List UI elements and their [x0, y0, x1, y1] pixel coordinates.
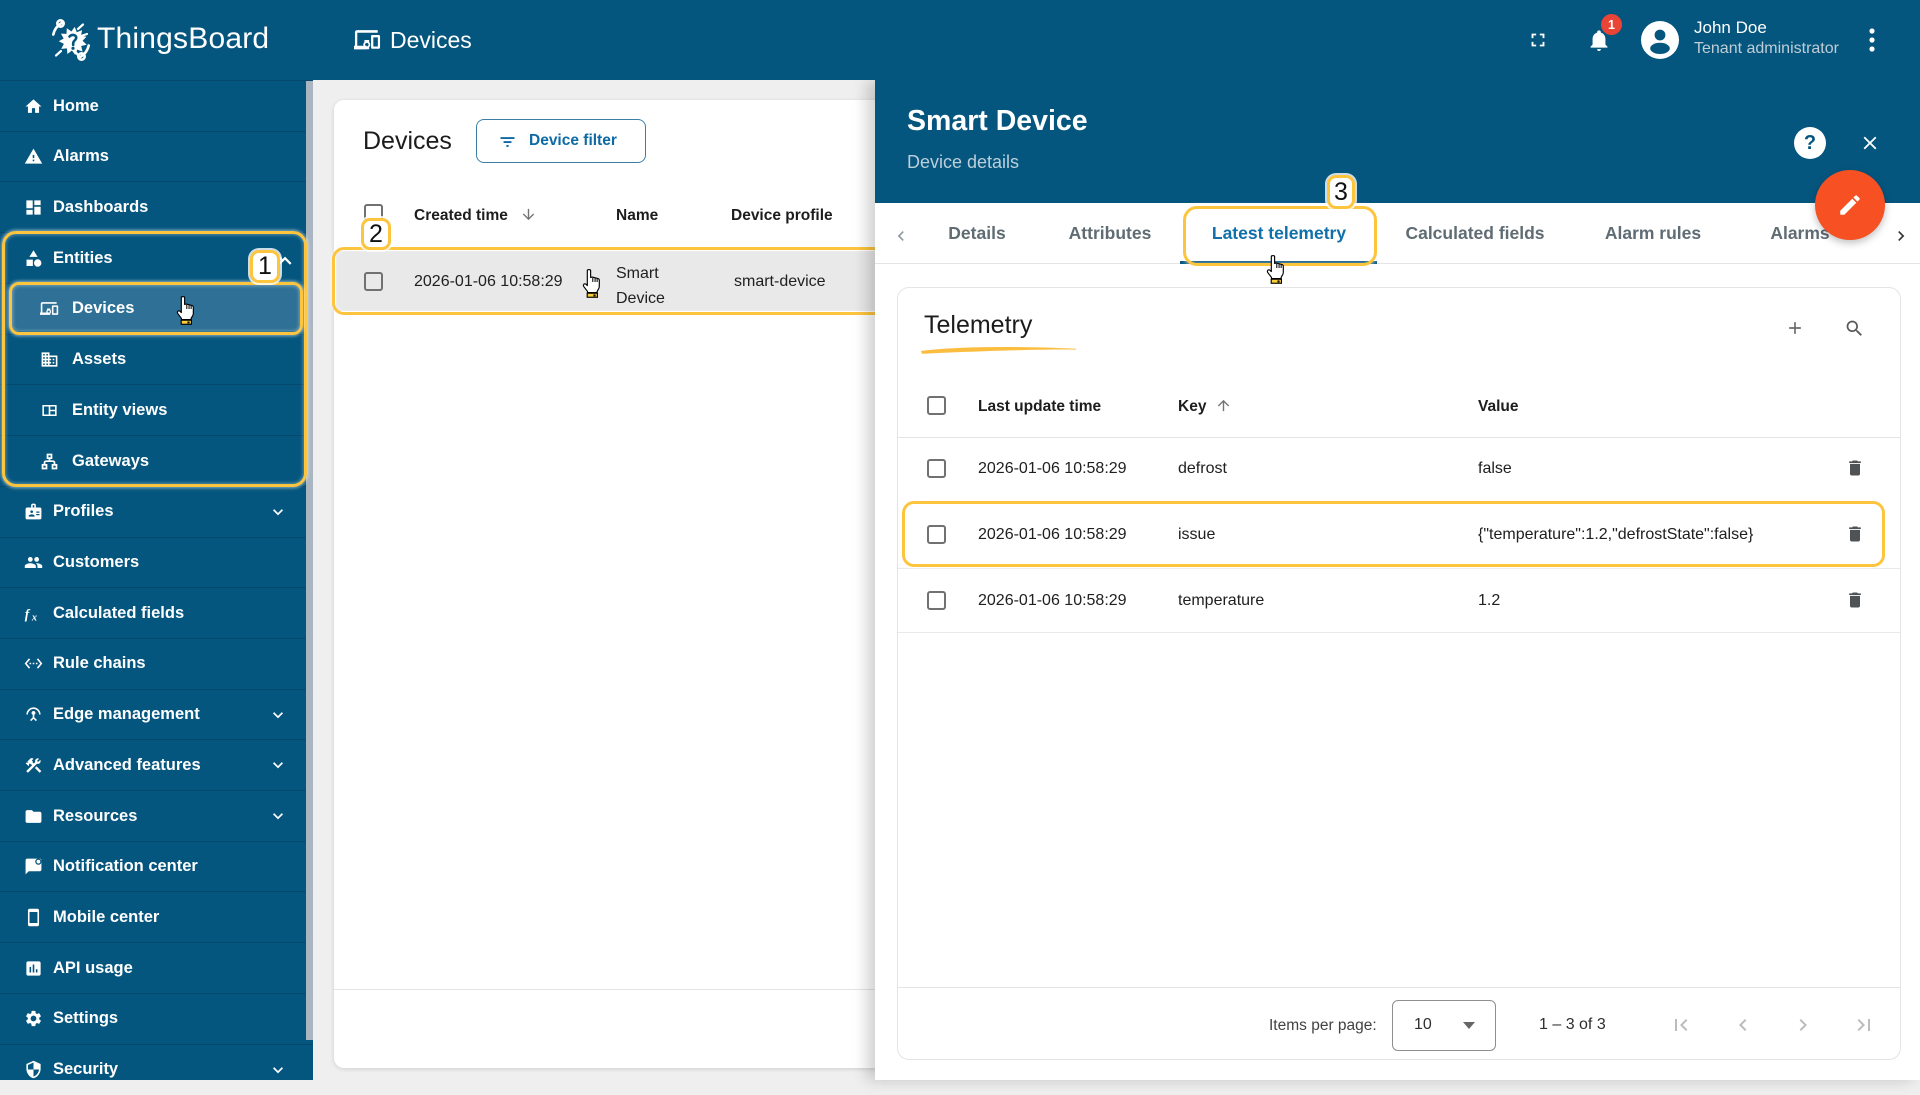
svg-text:f: f [25, 606, 31, 621]
svg-text:x: x [31, 612, 37, 622]
